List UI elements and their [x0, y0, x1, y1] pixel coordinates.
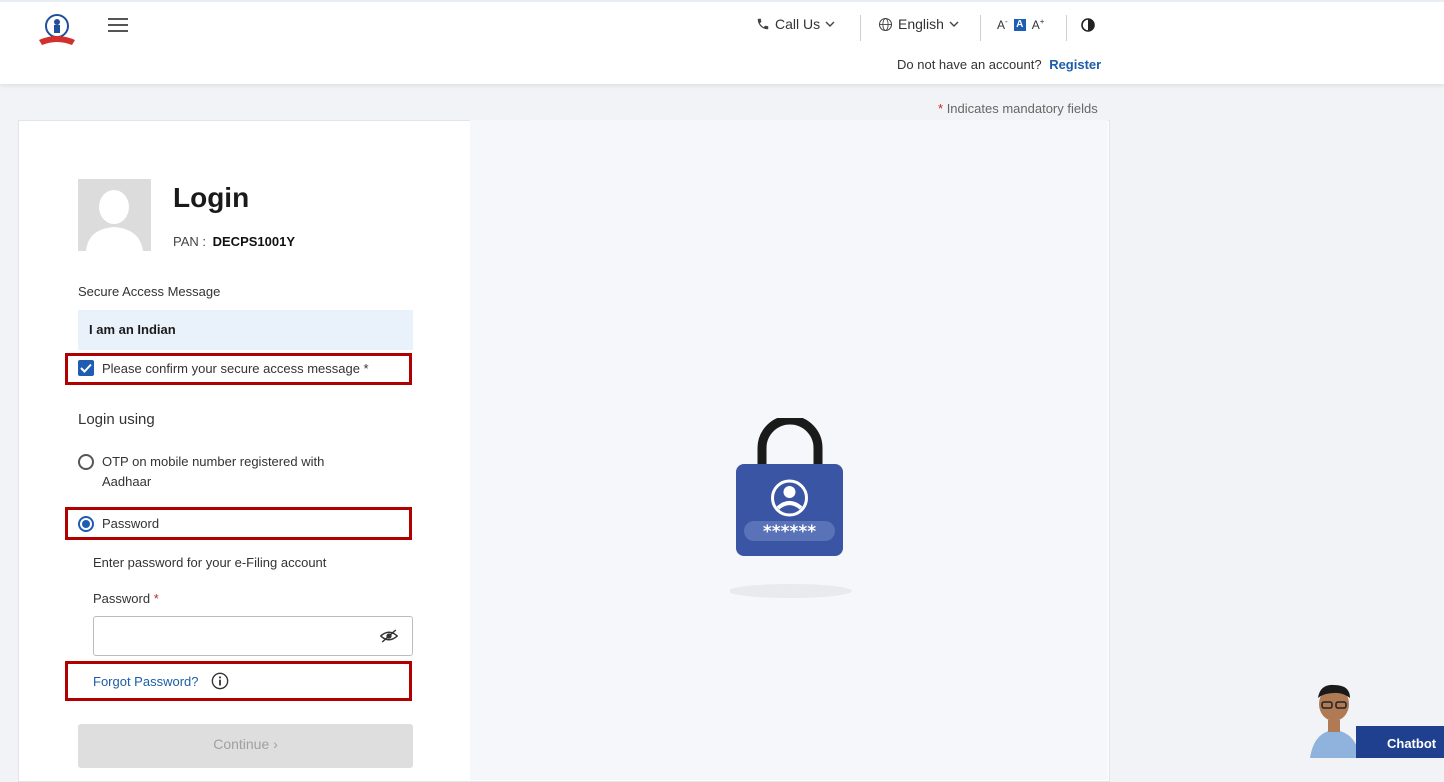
password-field-label: Password *: [93, 591, 159, 606]
padlock-illustration-icon: ******: [730, 418, 852, 598]
otp-radio[interactable]: [78, 454, 94, 470]
login-using-label: Login using: [78, 411, 155, 428]
required-star: *: [153, 591, 159, 606]
highlight-box: [65, 661, 412, 701]
mandatory-note-text: Indicates mandatory fields: [946, 101, 1098, 116]
divider: [980, 15, 981, 41]
language-label: English: [898, 16, 944, 32]
call-us-menu[interactable]: Call Us: [756, 16, 835, 32]
no-account-text: Do not have an account?: [897, 57, 1042, 72]
font-decrease-button[interactable]: A-: [997, 17, 1008, 32]
pan-value: DECPS1001Y: [212, 234, 296, 249]
continue-button[interactable]: Continue ›: [78, 724, 413, 768]
user-silhouette-icon: [86, 190, 143, 251]
secure-access-message: I am an Indian: [78, 310, 413, 350]
top-header: Call Us English A- A A+ Do not have an a…: [0, 0, 1444, 84]
language-selector[interactable]: English: [878, 16, 959, 32]
chatbot-label[interactable]: Chatbot: [1356, 726, 1444, 758]
otp-label: OTP on mobile number registered with Aad…: [102, 454, 325, 489]
chevron-down-icon: [825, 21, 835, 27]
mandatory-fields-note: * Indicates mandatory fields: [938, 101, 1098, 116]
page-title: Login: [173, 182, 250, 213]
contrast-toggle-icon[interactable]: [1081, 18, 1095, 32]
enter-password-hint: Enter password for your e-Filing account: [93, 555, 327, 570]
account-prompt: Do not have an account? Register: [897, 57, 1101, 72]
globe-icon: [878, 17, 893, 31]
font-increase-button[interactable]: A+: [1032, 17, 1045, 32]
password-input[interactable]: [102, 617, 376, 655]
chatbot-widget[interactable]: Chatbot: [1300, 680, 1444, 758]
divider: [1066, 15, 1067, 41]
password-field[interactable]: [93, 616, 413, 656]
eye-off-icon[interactable]: [380, 628, 398, 644]
menu-icon[interactable]: [108, 18, 128, 34]
avatar: [78, 179, 151, 251]
required-star: *: [938, 101, 944, 116]
chevron-down-icon: [949, 21, 959, 27]
call-us-label: Call Us: [775, 16, 821, 32]
font-default-button[interactable]: A: [1013, 18, 1026, 31]
divider: [860, 15, 861, 41]
highlight-box: [65, 353, 412, 385]
pan-display: PAN : DECPS1001Y: [173, 234, 295, 249]
secure-access-label: Secure Access Message: [78, 284, 221, 299]
password-label-text: Password: [93, 591, 151, 606]
font-size-controls: A- A A+: [997, 17, 1044, 32]
pan-label: PAN :: [173, 234, 206, 249]
password-mask-text: ******: [763, 522, 816, 542]
phone-icon: [757, 18, 769, 30]
option-otp[interactable]: OTP on mobile number registered with Aad…: [78, 452, 348, 492]
register-link[interactable]: Register: [1049, 57, 1101, 72]
highlight-box: [65, 507, 412, 540]
department-logo[interactable]: [36, 12, 78, 48]
